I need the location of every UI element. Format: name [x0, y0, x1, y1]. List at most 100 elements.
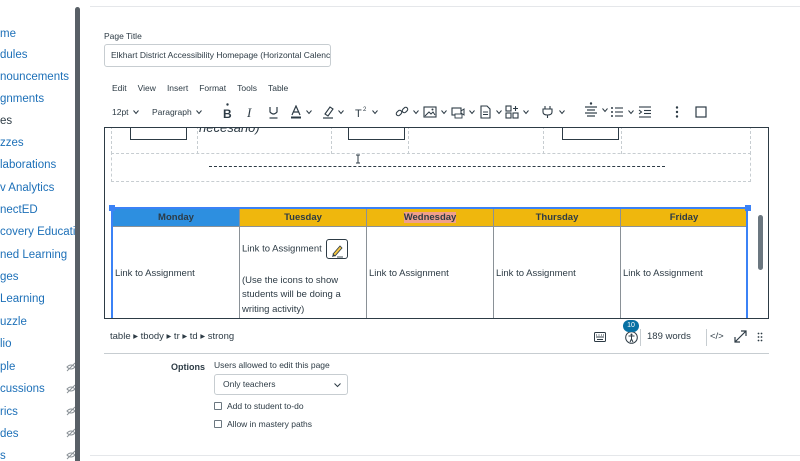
plug-icon: [542, 106, 553, 118]
nav-item-discussions[interactable]: cussions: [0, 380, 45, 398]
nav-item-portfolio[interactable]: lio: [0, 335, 12, 353]
font-size-value: 12pt: [112, 107, 129, 117]
menu-insert[interactable]: Insert: [167, 83, 188, 93]
table-header-row: Monday Tuesday Wednesday Thursday Friday: [112, 208, 748, 227]
header-monday[interactable]: Monday: [112, 208, 240, 227]
nav-item-people[interactable]: ple: [0, 358, 15, 376]
nav-item-outcomes[interactable]: s: [0, 447, 6, 461]
chevron-down-icon: [372, 110, 378, 115]
html-editor-toggle[interactable]: </>: [710, 331, 724, 342]
fullscreen-icon[interactable]: [734, 330, 747, 343]
student-todo-label: Add to student to-do: [227, 401, 304, 411]
chevron-down-icon: [306, 110, 312, 115]
block-format-select[interactable]: Paragraph: [152, 103, 202, 121]
more-options-button[interactable]: [675, 103, 679, 121]
nav-item-collaborations[interactable]: laborations: [0, 156, 56, 174]
course-navigation: me dules nouncements gnments es zzes lab…: [0, 0, 76, 461]
nav-item-pages[interactable]: es: [0, 112, 12, 130]
bold-button[interactable]: B: [222, 102, 233, 120]
svg-text:T: T: [355, 108, 362, 119]
header-wednesday-label: Wednesday: [403, 212, 457, 223]
cell-friday[interactable]: Link to Assignment: [620, 226, 748, 318]
document-button[interactable]: [479, 103, 502, 121]
editor-scrollbar[interactable]: [758, 215, 763, 270]
header-wednesday[interactable]: Wednesday: [366, 208, 494, 227]
keyboard-icon[interactable]: [594, 332, 606, 342]
rich-content-editor[interactable]: necesario) Monday Tuesday Wednesday Thur…: [104, 127, 769, 319]
users-allowed-select[interactable]: Only teachers: [214, 374, 348, 395]
chevron-down-icon: [413, 110, 419, 115]
nav-item-edpuzzle[interactable]: uzzle: [0, 313, 27, 331]
nav-item-learning[interactable]: Learning: [0, 290, 45, 308]
nav-item-announcements[interactable]: nouncements: [0, 68, 69, 86]
cell-thursday[interactable]: Link to Assignment: [493, 226, 621, 318]
nav-item-rubrics[interactable]: rics: [0, 403, 18, 421]
mastery-paths-option[interactable]: Allow in mastery paths: [214, 419, 312, 429]
chevron-down-icon: [338, 110, 344, 115]
partial-text: necesario): [199, 127, 260, 135]
resize-handle[interactable]: [745, 205, 751, 211]
apps-button[interactable]: [505, 103, 529, 121]
page-title-input[interactable]: Elkhart District Accessibility Homepage …: [104, 44, 331, 67]
link-button[interactable]: [395, 103, 419, 121]
list-button[interactable]: [610, 103, 634, 121]
nav-item-grades[interactable]: des: [0, 425, 19, 443]
resize-handle[interactable]: [109, 205, 115, 211]
week-table[interactable]: Monday Tuesday Wednesday Thursday Friday…: [112, 208, 748, 318]
table-row: Link to Assignment Link to Assignment (U…: [112, 226, 748, 318]
cell-tuesday[interactable]: Link to Assignment (Use the icons to sho…: [239, 226, 367, 318]
chevron-down-icon: [559, 110, 565, 115]
menu-format[interactable]: Format: [199, 83, 226, 93]
cell-tuesday-link[interactable]: Link to Assignment: [242, 244, 322, 255]
image-button[interactable]: [423, 103, 447, 121]
header-thursday[interactable]: Thursday: [493, 208, 621, 227]
accessibility-checker-icon[interactable]: [625, 331, 638, 344]
link-icon: [395, 106, 409, 117]
indent-button[interactable]: [638, 103, 652, 121]
cell-wednesday[interactable]: Link to Assignment: [366, 226, 494, 318]
statusbar-separator: [706, 329, 707, 346]
nav-item-connected[interactable]: nectED: [0, 201, 38, 219]
nav-item-modules[interactable]: dules: [0, 46, 28, 64]
text-color-button[interactable]: [290, 103, 312, 121]
highlight-color-button[interactable]: [322, 103, 344, 121]
student-todo-option[interactable]: Add to student to-do: [214, 401, 304, 411]
header-tuesday[interactable]: Tuesday: [239, 208, 367, 227]
nav-item-pages-2[interactable]: ges: [0, 268, 19, 286]
nav-item-quizzes[interactable]: zzes: [0, 134, 24, 152]
tools-button[interactable]: [541, 103, 565, 121]
resize-grip-icon[interactable]: [757, 332, 763, 342]
square-icon: [695, 106, 707, 118]
fullscreen-square-button[interactable]: [695, 103, 707, 121]
italic-button[interactable]: I: [246, 103, 256, 121]
bullet-list-icon: [611, 107, 623, 117]
mastery-paths-checkbox[interactable]: [214, 420, 222, 428]
nav-item-home[interactable]: me: [0, 25, 16, 43]
nav-item-blended-learning[interactable]: ned Learning: [0, 246, 67, 264]
media-button[interactable]: [451, 103, 475, 121]
image-placeholder: [562, 128, 619, 140]
underline-icon: [269, 107, 278, 119]
cell-monday[interactable]: Link to Assignment: [112, 226, 240, 318]
page-title-label: Page Title: [104, 31, 142, 41]
writing-pencil-icon: [325, 239, 348, 259]
menu-table[interactable]: Table: [268, 83, 288, 93]
align-center-icon: [585, 102, 597, 117]
student-todo-checkbox[interactable]: [214, 402, 222, 410]
underline-button[interactable]: [268, 103, 279, 121]
font-size-select[interactable]: 12pt: [112, 103, 139, 121]
element-path[interactable]: table ▸ tbody ▸ tr ▸ td ▸ strong: [110, 331, 234, 342]
header-friday[interactable]: Friday: [620, 208, 748, 227]
options-label: Options: [171, 362, 205, 372]
chevron-down-icon: [441, 110, 447, 115]
editor-menubar: Edit View Insert Format Tools Table: [112, 83, 299, 93]
nav-item-assignments[interactable]: gnments: [0, 90, 44, 108]
nav-item-analytics[interactable]: v Analytics: [0, 179, 54, 197]
superscript-button[interactable]: T2: [354, 103, 378, 121]
nav-item-discovery-education[interactable]: covery Education: [0, 223, 76, 241]
align-button[interactable]: [584, 101, 608, 119]
menu-edit[interactable]: Edit: [112, 83, 127, 93]
more-vertical-icon: [675, 106, 679, 118]
menu-view[interactable]: View: [138, 83, 156, 93]
menu-tools[interactable]: Tools: [237, 83, 257, 93]
